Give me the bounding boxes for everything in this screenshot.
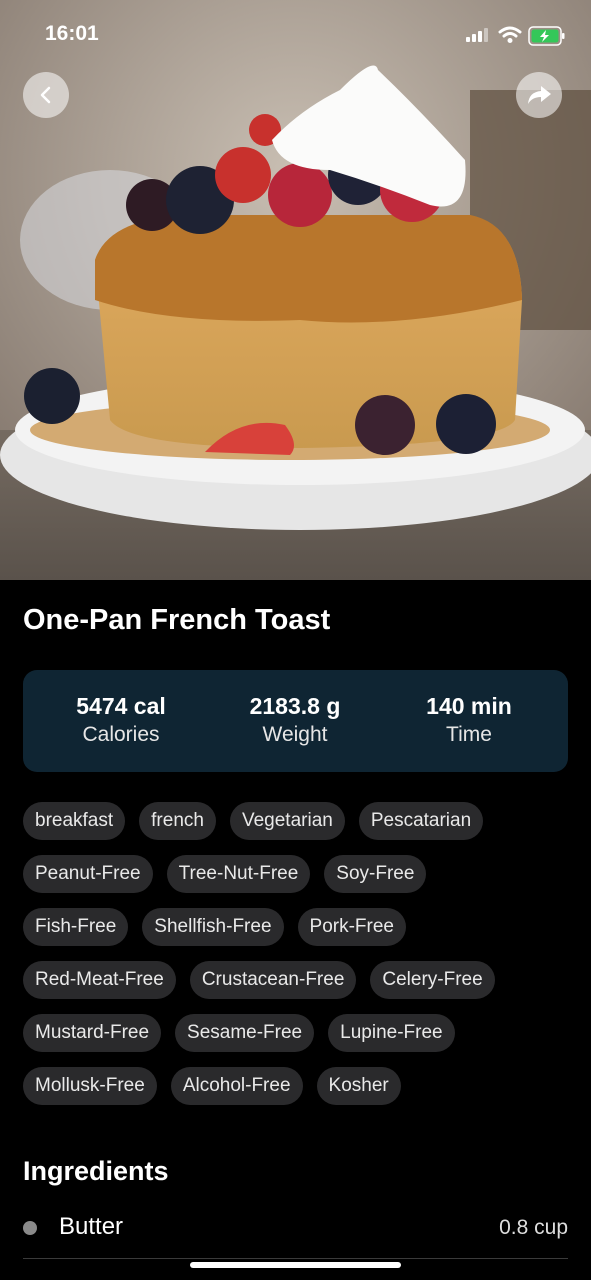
tag-chip[interactable]: Lupine-Free bbox=[328, 1014, 455, 1052]
recipe-hero-image bbox=[0, 0, 591, 580]
cellular-signal-icon bbox=[466, 28, 488, 42]
share-button[interactable] bbox=[516, 72, 562, 118]
stat-calories: 5474 cal Calories bbox=[31, 692, 211, 750]
tag-chip[interactable]: Tree-Nut-Free bbox=[166, 855, 311, 893]
ingredient-name: Butter bbox=[59, 1213, 124, 1240]
stat-label: Time bbox=[446, 723, 492, 746]
tag-chip[interactable]: Peanut-Free bbox=[23, 855, 153, 893]
status-time: 16:01 bbox=[45, 22, 99, 45]
tag-chip[interactable]: Fish-Free bbox=[23, 908, 129, 946]
stat-value: 140 min bbox=[426, 693, 512, 719]
home-indicator[interactable] bbox=[190, 1262, 401, 1268]
tag-chip[interactable]: breakfast bbox=[23, 802, 126, 840]
tag-chip[interactable]: Kosher bbox=[316, 1067, 401, 1105]
recipe-tags: breakfast french Vegetarian Pescatarian … bbox=[23, 802, 571, 1120]
tag-chip[interactable]: french bbox=[139, 802, 216, 840]
tag-row: breakfast french Vegetarian Pescatarian bbox=[23, 802, 571, 840]
tag-chip[interactable]: Red-Meat-Free bbox=[23, 961, 176, 999]
tag-chip[interactable]: Sesame-Free bbox=[175, 1014, 315, 1052]
chevron-left-icon bbox=[40, 86, 51, 104]
stat-time: 140 min Time bbox=[379, 692, 559, 750]
tag-row: Mollusk-Free Alcohol-Free Kosher bbox=[23, 1067, 571, 1105]
status-bar: 16:01 bbox=[0, 22, 591, 50]
tag-chip[interactable]: Mustard-Free bbox=[23, 1014, 162, 1052]
nutrition-summary-card: 5474 cal Calories 2183.8 g Weight 140 mi… bbox=[23, 670, 568, 772]
tag-row: Red-Meat-Free Crustacean-Free Celery-Fre… bbox=[23, 961, 571, 999]
stat-label: Calories bbox=[82, 723, 160, 746]
tag-row: Fish-Free Shellfish-Free Pork-Free bbox=[23, 908, 571, 946]
tag-chip[interactable]: Soy-Free bbox=[324, 855, 427, 893]
stat-weight: 2183.8 g Weight bbox=[205, 692, 385, 750]
ingredients-heading: Ingredients bbox=[23, 1156, 169, 1186]
tag-chip[interactable]: Shellfish-Free bbox=[142, 908, 284, 946]
tag-chip[interactable]: Pork-Free bbox=[297, 908, 406, 946]
tag-chip[interactable]: Vegetarian bbox=[229, 802, 345, 840]
tag-row: Mustard-Free Sesame-Free Lupine-Free bbox=[23, 1014, 571, 1052]
french-toast-photo bbox=[0, 0, 591, 580]
stat-value: 5474 cal bbox=[76, 693, 166, 719]
tag-chip[interactable]: Mollusk-Free bbox=[23, 1067, 157, 1105]
bullet-dot bbox=[23, 1221, 37, 1235]
tag-chip[interactable]: Alcohol-Free bbox=[170, 1067, 303, 1105]
back-button[interactable] bbox=[23, 72, 69, 118]
share-arrow-icon bbox=[528, 86, 551, 104]
ingredient-quantity: 0.8 cup bbox=[499, 1216, 568, 1239]
tag-chip[interactable]: Crustacean-Free bbox=[189, 961, 357, 999]
recipe-title: One-Pan French Toast bbox=[23, 604, 331, 636]
tag-row: Peanut-Free Tree-Nut-Free Soy-Free bbox=[23, 855, 571, 893]
stat-label: Weight bbox=[262, 723, 328, 746]
tag-chip[interactable]: Celery-Free bbox=[370, 961, 495, 999]
battery-charging-icon bbox=[528, 26, 565, 46]
tag-chip[interactable]: Pescatarian bbox=[358, 802, 484, 840]
ingredient-row[interactable]: Butter 0.8 cup bbox=[23, 1210, 568, 1259]
wifi-icon bbox=[498, 26, 522, 43]
stat-value: 2183.8 g bbox=[249, 693, 341, 719]
